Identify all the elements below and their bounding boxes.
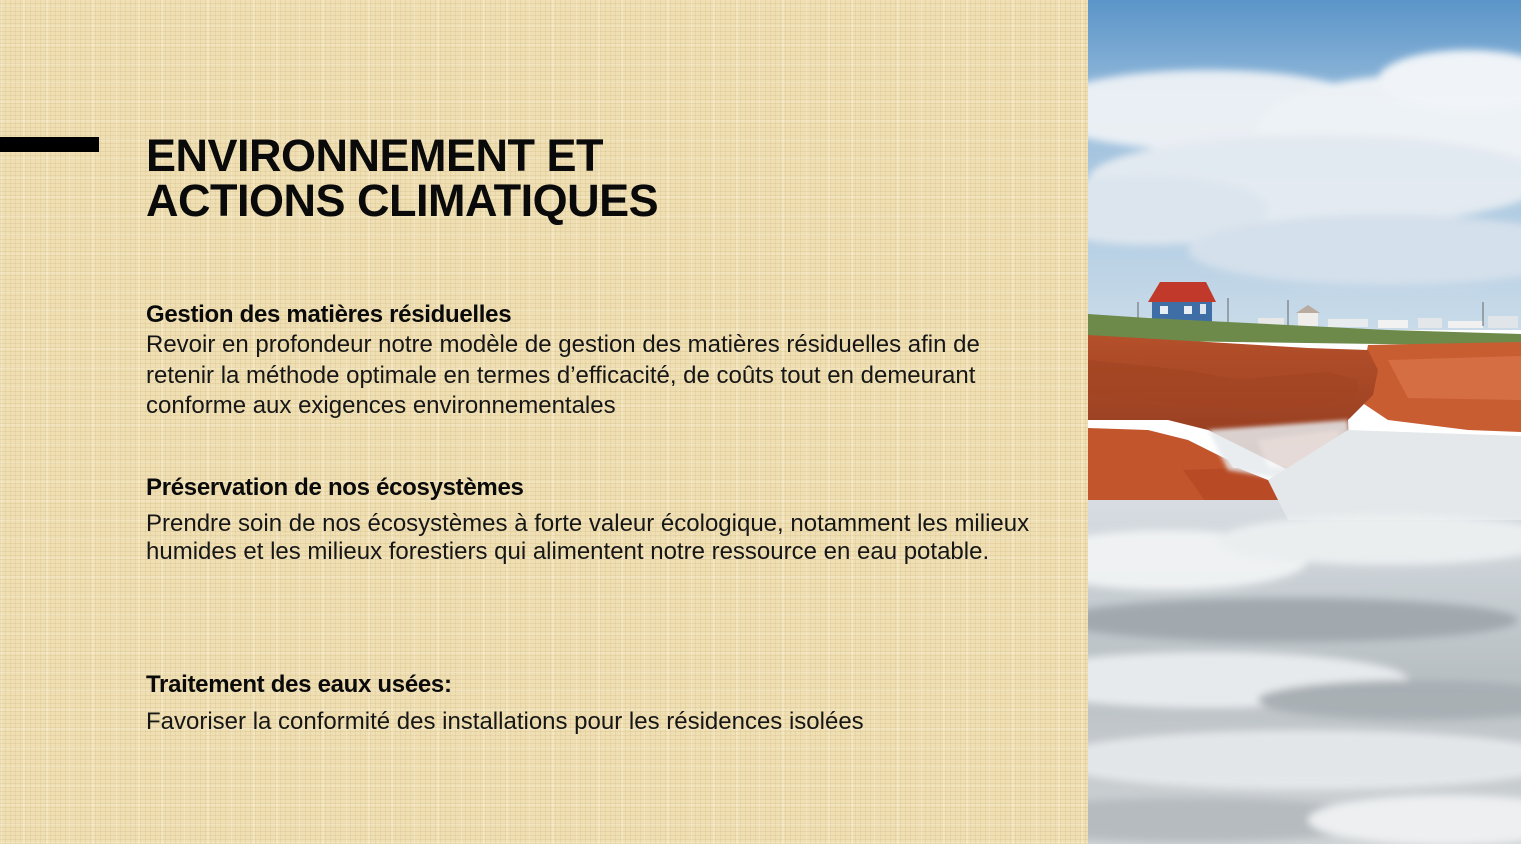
section-heading: Préservation de nos écosystèmes: [146, 474, 524, 501]
section-body: Favoriser la conformité des installation…: [146, 708, 864, 735]
section-heading: Traitement des eaux usées:: [146, 671, 452, 698]
section-wastewater-treatment: Traitement des eaux usées: Favoriser la …: [146, 670, 1046, 737]
title-line-2: ACTIONS CLIMATIQUES: [146, 175, 659, 226]
section-body: Revoir en profondeur notre modèle de ges…: [146, 331, 980, 419]
section-ecosystem-preservation: Préservation de nos écosystèmes Prendre …: [146, 473, 1046, 565]
title-line-1: ENVIRONNEMENT ET: [146, 130, 604, 181]
section-waste-management: Gestion des matières résiduelles Revoir …: [146, 300, 1046, 422]
slide-title: ENVIRONNEMENT ET ACTIONS CLIMATIQUES: [146, 133, 1046, 223]
title-accent-bar: [0, 137, 99, 152]
slide: ENVIRONNEMENT ET ACTIONS CLIMATIQUES Ges…: [0, 0, 1521, 844]
section-heading: Gestion des matières résiduelles: [146, 301, 512, 328]
section-body: Prendre soin de nos écosystèmes à forte …: [146, 510, 1030, 565]
coastal-cliff-photo: [1088, 0, 1521, 844]
